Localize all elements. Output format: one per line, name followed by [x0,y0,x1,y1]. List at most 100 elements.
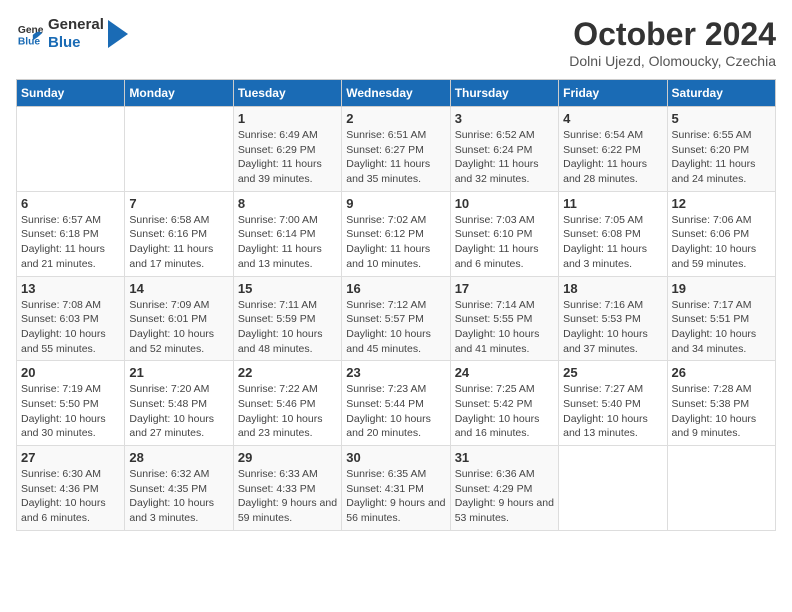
day-number: 6 [21,196,120,211]
day-detail: Sunrise: 6:49 AMSunset: 6:29 PMDaylight:… [238,128,337,187]
day-number: 21 [129,365,228,380]
day-detail: Sunrise: 6:55 AMSunset: 6:20 PMDaylight:… [672,128,771,187]
day-detail: Sunrise: 7:11 AMSunset: 5:59 PMDaylight:… [238,298,337,357]
day-detail: Sunrise: 7:02 AMSunset: 6:12 PMDaylight:… [346,213,445,272]
day-number: 5 [672,111,771,126]
day-detail: Sunrise: 6:30 AMSunset: 4:36 PMDaylight:… [21,467,120,526]
day-detail: Sunrise: 6:35 AMSunset: 4:31 PMDaylight:… [346,467,445,526]
day-number: 17 [455,281,554,296]
calendar-cell: 27 Sunrise: 6:30 AMSunset: 4:36 PMDayligh… [17,446,125,531]
calendar-cell: 4 Sunrise: 6:54 AMSunset: 6:22 PMDaylight… [559,107,667,192]
day-detail: Sunrise: 7:00 AMSunset: 6:14 PMDaylight:… [238,213,337,272]
day-number: 30 [346,450,445,465]
day-detail: Sunrise: 7:22 AMSunset: 5:46 PMDaylight:… [238,382,337,441]
month-title: October 2024 [569,16,776,53]
day-detail: Sunrise: 6:51 AMSunset: 6:27 PMDaylight:… [346,128,445,187]
day-number: 27 [21,450,120,465]
day-detail: Sunrise: 7:25 AMSunset: 5:42 PMDaylight:… [455,382,554,441]
day-number: 10 [455,196,554,211]
calendar-cell: 7 Sunrise: 6:58 AMSunset: 6:16 PMDaylight… [125,191,233,276]
day-detail: Sunrise: 7:19 AMSunset: 5:50 PMDaylight:… [21,382,120,441]
day-number: 11 [563,196,662,211]
day-number: 31 [455,450,554,465]
calendar-cell: 1Sunrise: 6:49 AMSunset: 6:29 PMDaylight… [233,107,341,192]
calendar-cell: 31 Sunrise: 6:36 AMSunset: 4:29 PMDayligh… [450,446,558,531]
day-detail: Sunrise: 7:23 AMSunset: 5:44 PMDaylight:… [346,382,445,441]
day-detail: Sunrise: 7:17 AMSunset: 5:51 PMDaylight:… [672,298,771,357]
day-detail: Sunrise: 6:36 AMSunset: 4:29 PMDaylight:… [455,467,554,526]
header-tuesday: Tuesday [233,80,341,107]
calendar-cell: 21 Sunrise: 7:20 AMSunset: 5:48 PMDayligh… [125,361,233,446]
calendar-cell: 25 Sunrise: 7:27 AMSunset: 5:40 PMDayligh… [559,361,667,446]
calendar-cell: 20 Sunrise: 7:19 AMSunset: 5:50 PMDayligh… [17,361,125,446]
day-detail: Sunrise: 6:57 AMSunset: 6:18 PMDaylight:… [21,213,120,272]
logo-general: General [48,16,104,34]
calendar-cell [17,107,125,192]
day-number: 8 [238,196,337,211]
logo-blue: Blue [48,34,104,52]
day-number: 3 [455,111,554,126]
day-detail: Sunrise: 7:14 AMSunset: 5:55 PMDaylight:… [455,298,554,357]
day-number: 4 [563,111,662,126]
day-detail: Sunrise: 7:20 AMSunset: 5:48 PMDaylight:… [129,382,228,441]
day-number: 14 [129,281,228,296]
calendar-cell: 26 Sunrise: 7:28 AMSunset: 5:38 PMDayligh… [667,361,775,446]
header-saturday: Saturday [667,80,775,107]
calendar-table: SundayMondayTuesdayWednesdayThursdayFrid… [16,79,776,531]
day-detail: Sunrise: 6:52 AMSunset: 6:24 PMDaylight:… [455,128,554,187]
logo-arrow-icon [108,20,128,48]
calendar-cell: 5 Sunrise: 6:55 AMSunset: 6:20 PMDaylight… [667,107,775,192]
calendar-cell: 18Sunrise: 7:16 AMSunset: 5:53 PMDayligh… [559,276,667,361]
title-block: October 2024 Dolni Ujezd, Olomoucky, Cze… [569,16,776,69]
calendar-body: 1Sunrise: 6:49 AMSunset: 6:29 PMDaylight… [17,107,776,531]
calendar-cell: 13Sunrise: 7:08 AMSunset: 6:03 PMDayligh… [17,276,125,361]
calendar-cell: 14 Sunrise: 7:09 AMSunset: 6:01 PMDayligh… [125,276,233,361]
calendar-cell: 8 Sunrise: 7:00 AMSunset: 6:14 PMDaylight… [233,191,341,276]
calendar-cell: 2 Sunrise: 6:51 AMSunset: 6:27 PMDaylight… [342,107,450,192]
day-detail: Sunrise: 7:28 AMSunset: 5:38 PMDaylight:… [672,382,771,441]
day-number: 29 [238,450,337,465]
day-detail: Sunrise: 7:05 AMSunset: 6:08 PMDaylight:… [563,213,662,272]
day-number: 9 [346,196,445,211]
day-number: 28 [129,450,228,465]
day-detail: Sunrise: 6:58 AMSunset: 6:16 PMDaylight:… [129,213,228,272]
calendar-cell: 23 Sunrise: 7:23 AMSunset: 5:44 PMDayligh… [342,361,450,446]
calendar-cell: 28 Sunrise: 6:32 AMSunset: 4:35 PMDayligh… [125,446,233,531]
header-friday: Friday [559,80,667,107]
day-detail: Sunrise: 7:06 AMSunset: 6:06 PMDaylight:… [672,213,771,272]
day-number: 23 [346,365,445,380]
day-detail: Sunrise: 7:27 AMSunset: 5:40 PMDaylight:… [563,382,662,441]
calendar-cell [559,446,667,531]
header-thursday: Thursday [450,80,558,107]
day-detail: Sunrise: 6:32 AMSunset: 4:35 PMDaylight:… [129,467,228,526]
calendar-cell: 17 Sunrise: 7:14 AMSunset: 5:55 PMDayligh… [450,276,558,361]
header-monday: Monday [125,80,233,107]
calendar-cell: 24Sunrise: 7:25 AMSunset: 5:42 PMDayligh… [450,361,558,446]
day-detail: Sunrise: 7:09 AMSunset: 6:01 PMDaylight:… [129,298,228,357]
day-number: 25 [563,365,662,380]
calendar-header-row: SundayMondayTuesdayWednesdayThursdayFrid… [17,80,776,107]
day-number: 20 [21,365,120,380]
calendar-cell: 16Sunrise: 7:12 AMSunset: 5:57 PMDayligh… [342,276,450,361]
week-row-4: 20 Sunrise: 7:19 AMSunset: 5:50 PMDayligh… [17,361,776,446]
calendar-cell [125,107,233,192]
calendar-cell [667,446,775,531]
calendar-cell: 9 Sunrise: 7:02 AMSunset: 6:12 PMDaylight… [342,191,450,276]
week-row-1: 1Sunrise: 6:49 AMSunset: 6:29 PMDaylight… [17,107,776,192]
calendar-cell: 19 Sunrise: 7:17 AMSunset: 5:51 PMDayligh… [667,276,775,361]
page-header: General Blue General Blue October 2024 D… [16,16,776,69]
day-number: 13 [21,281,120,296]
logo-icon: General Blue [16,20,44,48]
calendar-cell: 10Sunrise: 7:03 AMSunset: 6:10 PMDayligh… [450,191,558,276]
day-number: 2 [346,111,445,126]
day-number: 22 [238,365,337,380]
day-number: 19 [672,281,771,296]
calendar-cell: 30 Sunrise: 6:35 AMSunset: 4:31 PMDayligh… [342,446,450,531]
day-detail: Sunrise: 6:54 AMSunset: 6:22 PMDaylight:… [563,128,662,187]
day-number: 7 [129,196,228,211]
calendar-cell: 29Sunrise: 6:33 AMSunset: 4:33 PMDayligh… [233,446,341,531]
calendar-cell: 6 Sunrise: 6:57 AMSunset: 6:18 PMDaylight… [17,191,125,276]
day-number: 26 [672,365,771,380]
week-row-5: 27 Sunrise: 6:30 AMSunset: 4:36 PMDayligh… [17,446,776,531]
day-number: 15 [238,281,337,296]
